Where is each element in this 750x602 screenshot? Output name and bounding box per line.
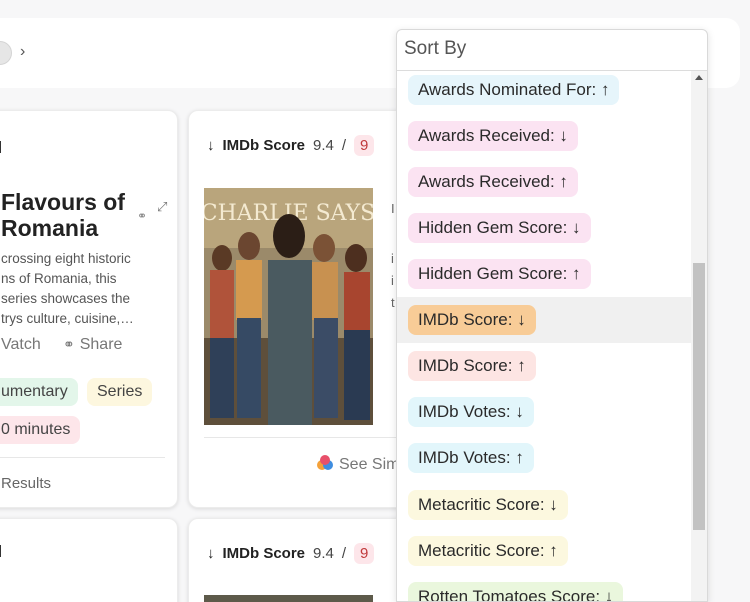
sort-option[interactable]: Metacritic Score: ↓ bbox=[397, 482, 691, 528]
score-label: IMDb Score bbox=[222, 545, 306, 562]
title-card-bottom[interactable]: ↓ IMDb Score 9.4 / 9 bbox=[188, 518, 428, 602]
side-text-fragment: I bbox=[391, 201, 395, 216]
side-text-fragment: i bbox=[391, 251, 394, 266]
tag-duration: 0 minutes bbox=[0, 416, 81, 444]
sort-option[interactable]: Awards Received: ↓ bbox=[397, 113, 691, 159]
score-row: ↓ IMDb Score 9.4 / 9 bbox=[207, 543, 375, 564]
sort-option[interactable]: IMDb Votes: ↓ bbox=[397, 389, 691, 435]
card-title[interactable]: Flavours of Romania bbox=[1, 189, 125, 241]
sort-dropdown[interactable]: Sort By Awards Nominated For: ↑ Awards R… bbox=[396, 29, 708, 602]
card-divider bbox=[204, 437, 424, 438]
watch-button[interactable]: Vatch bbox=[1, 336, 41, 354]
sort-option-label: IMDb Votes: ↓ bbox=[408, 397, 534, 427]
movie-poster[interactable] bbox=[204, 595, 373, 602]
see-similar-button[interactable]: See Sim bbox=[317, 455, 399, 474]
card-edge-mark bbox=[0, 141, 1, 153]
sort-option[interactable]: IMDb Votes: ↑ bbox=[397, 435, 691, 481]
score-label: IMDb Score bbox=[222, 137, 306, 154]
sort-option-label: Awards Received: ↓ bbox=[408, 121, 578, 151]
sort-option-highlighted[interactable]: IMDb Score: ↓ bbox=[397, 297, 691, 343]
see-similar-label: See Sim bbox=[339, 456, 400, 473]
sort-option[interactable]: Hidden Gem Score: ↑ bbox=[397, 251, 691, 297]
share-button[interactable]: ⚭ Share bbox=[63, 336, 122, 354]
sort-option-label: IMDb Votes: ↑ bbox=[408, 443, 534, 473]
arrow-down-icon: ↓ bbox=[207, 137, 215, 154]
sort-option-label: Awards Received: ↑ bbox=[408, 167, 578, 197]
movie-poster[interactable]: CHARLIE SAYS bbox=[204, 188, 373, 425]
score-box: 9 bbox=[354, 135, 375, 156]
sort-option-label: Awards Nominated For: ↑ bbox=[408, 75, 620, 105]
scrollbar[interactable] bbox=[691, 71, 707, 601]
side-text-fragment: i bbox=[391, 273, 394, 288]
expand-icon[interactable]: ⤢ bbox=[157, 199, 167, 215]
sort-option-label: Rotten Tomatoes Score: ↓ bbox=[408, 582, 624, 601]
score-value: 9.4 bbox=[313, 545, 334, 562]
link-icon[interactable]: ⚭ bbox=[137, 209, 147, 223]
sort-option[interactable]: Awards Nominated For: ↑ bbox=[397, 67, 691, 113]
share-link-icon: ⚭ bbox=[63, 336, 75, 352]
sort-option[interactable]: Rotten Tomatoes Score: ↓ bbox=[397, 574, 691, 601]
title-card-bottom-left[interactable] bbox=[0, 518, 178, 602]
sort-option-label: IMDb Score: ↓ bbox=[408, 305, 536, 335]
title-card-charlie-says[interactable]: ↓ IMDb Score 9.4 / 9 CHARLIE SAYS I i i t bbox=[188, 110, 428, 508]
score-separator: / bbox=[341, 137, 347, 154]
sort-option-label: Metacritic Score: ↓ bbox=[408, 490, 568, 520]
poster-image: CHARLIE SAYS bbox=[204, 188, 373, 425]
share-label: Share bbox=[79, 336, 123, 353]
sort-option-label: IMDb Score: ↑ bbox=[408, 351, 536, 381]
sort-by-label: Sort By bbox=[404, 38, 467, 59]
sort-option[interactable]: Metacritic Score: ↑ bbox=[397, 528, 691, 574]
sort-option-label: Metacritic Score: ↑ bbox=[408, 536, 568, 566]
score-box: 9 bbox=[354, 543, 375, 564]
tag-series[interactable]: Series bbox=[87, 378, 153, 406]
scrollbar-thumb[interactable] bbox=[693, 263, 705, 530]
card-description: crossing eight historic ns of Romania, t… bbox=[1, 251, 134, 326]
chevron-right-icon[interactable]: › bbox=[20, 43, 25, 61]
score-value: 9.4 bbox=[313, 137, 334, 154]
card-title-line-1: Flavours of bbox=[1, 189, 125, 215]
card-divider bbox=[0, 457, 165, 458]
arrow-down-icon: ↓ bbox=[207, 545, 215, 562]
sort-option-label: Hidden Gem Score: ↑ bbox=[408, 259, 591, 289]
scroll-up-arrow-icon[interactable] bbox=[695, 75, 703, 80]
colored-dots-icon bbox=[317, 455, 335, 471]
card-edge-mark bbox=[0, 545, 1, 557]
title-card-left[interactable]: Flavours of Romania ⚭ ⤢ crossing eight h… bbox=[0, 110, 178, 508]
sort-dropdown-header[interactable]: Sort By bbox=[397, 30, 707, 71]
sort-option-label: Hidden Gem Score: ↓ bbox=[408, 213, 591, 243]
sort-option[interactable]: IMDb Score: ↑ bbox=[397, 343, 691, 389]
tag-documentary[interactable]: umentary bbox=[0, 378, 78, 406]
sort-option[interactable]: Awards Received: ↑ bbox=[397, 159, 691, 205]
results-link[interactable]: Results bbox=[1, 475, 51, 492]
sort-option[interactable]: Hidden Gem Score: ↓ bbox=[397, 205, 691, 251]
side-text-fragment: t bbox=[391, 295, 395, 310]
card-title-line-2: Romania bbox=[1, 215, 99, 241]
score-row: ↓ IMDb Score 9.4 / 9 bbox=[207, 135, 375, 156]
score-separator: / bbox=[341, 545, 347, 562]
